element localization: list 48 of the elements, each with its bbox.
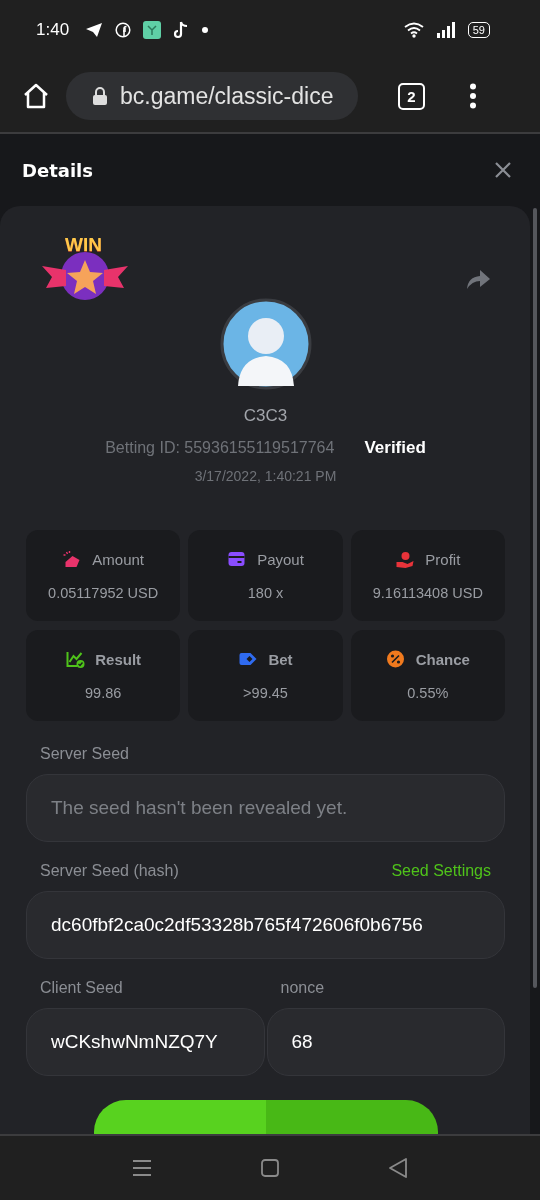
stat-label: Chance: [415, 651, 470, 668]
stat-value: 0.05117952 USD: [48, 585, 159, 601]
stat-label: Amount: [92, 551, 144, 568]
client-seed-field[interactable]: wCKshwNmNZQ7Y: [26, 1008, 265, 1076]
battery-level: 59: [467, 22, 490, 38]
badge-text: WIN: [65, 234, 102, 256]
signal-icon: [435, 22, 456, 38]
stat-value: 180 x: [247, 585, 284, 601]
back-icon[interactable]: [388, 1157, 408, 1179]
facebook-icon: [115, 22, 132, 38]
more-menu-icon[interactable]: [469, 83, 477, 109]
music-note-icon: [173, 21, 190, 39]
menu-icon[interactable]: [132, 1159, 152, 1177]
clock-time: 1:40: [36, 20, 70, 40]
wifi-icon: [403, 22, 424, 38]
hash-field[interactable]: dc60fbf2ca0c2df53328b765f472606f0b6756: [26, 891, 505, 959]
lock-icon: [92, 86, 108, 106]
seed-settings-link[interactable]: Seed Settings: [391, 862, 505, 891]
home-square-icon[interactable]: [260, 1158, 280, 1178]
bet-date: 3/17/2022, 1:40:21 PM: [194, 468, 337, 484]
scrollbar[interactable]: [533, 208, 537, 988]
address-bar[interactable]: bc.game/classic-dice: [66, 72, 358, 120]
nonce-field[interactable]: 68: [266, 1008, 505, 1076]
dialog-title: Details: [22, 159, 93, 181]
close-icon[interactable]: [494, 161, 512, 179]
username: C3C3: [243, 406, 288, 426]
field-label: Server Seed: [39, 745, 130, 763]
stat-label: Bet: [268, 651, 293, 668]
stat-label: Payout: [257, 551, 304, 568]
stat-value: 9.16113408 USD: [372, 585, 483, 601]
home-icon[interactable]: [22, 82, 50, 110]
dot-icon: [201, 26, 210, 34]
stat-value: 99.86: [85, 685, 122, 701]
field-label: nonce: [279, 979, 326, 997]
stat-label: Profit: [425, 551, 461, 568]
stat-value: >99.45: [243, 685, 288, 701]
app-icon: [143, 21, 162, 39]
url-text: bc.game/classic-dice: [120, 82, 334, 110]
field-label: Client Seed: [39, 979, 124, 997]
tab-count-button[interactable]: 2: [398, 82, 425, 110]
send-icon: [85, 22, 104, 38]
server-seed-field[interactable]: The seed hasn't been revealed yet.: [26, 774, 505, 842]
field-label: Server Seed (hash): [39, 862, 179, 880]
share-icon[interactable]: [465, 268, 491, 290]
stat-value: 0.55%: [407, 685, 449, 701]
stat-label: Result: [95, 651, 142, 668]
betting-id: Betting ID: 55936155119517764: [105, 439, 335, 457]
verified-label: Verified: [364, 438, 426, 458]
